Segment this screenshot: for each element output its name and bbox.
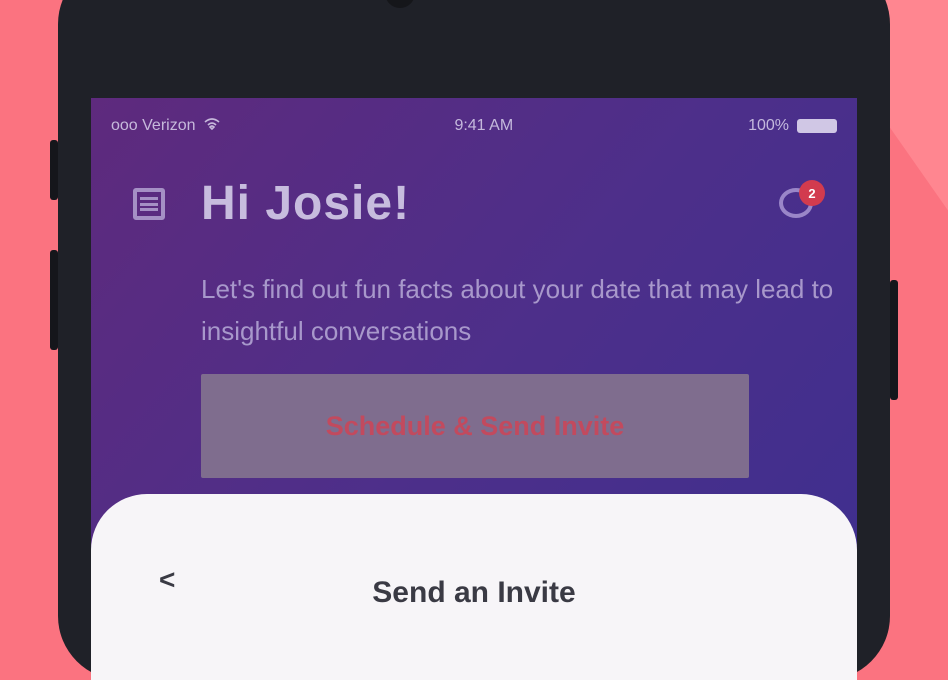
hamburger-menu-icon[interactable] xyxy=(133,188,165,220)
greeting-title: Hi Josie! xyxy=(201,177,411,230)
sheet-title: Send an Invite xyxy=(372,576,576,609)
app-screen: ooo Verizon 9:41 AM 100% Hi Josie! 2 Let… xyxy=(91,98,857,680)
carrier-label: ooo Verizon xyxy=(111,117,196,134)
notification-badge: 2 xyxy=(799,180,825,206)
time-label: 9:41 AM xyxy=(454,117,514,134)
phone-power-button xyxy=(890,280,898,400)
status-bar: ooo Verizon 9:41 AM 100% xyxy=(111,116,837,136)
phone-volume-button xyxy=(50,250,58,350)
phone-side-button xyxy=(50,140,58,200)
invite-bottom-sheet: < Send an Invite xyxy=(91,494,857,680)
status-right: 100% xyxy=(748,117,837,135)
wifi-icon xyxy=(203,117,220,135)
front-camera xyxy=(385,0,415,8)
battery-icon xyxy=(796,119,837,133)
phone-frame: ooo Verizon 9:41 AM 100% Hi Josie! 2 Let… xyxy=(50,0,898,680)
schedule-send-invite-button[interactable]: Schedule & Send Invite xyxy=(201,374,749,478)
status-left: ooo Verizon xyxy=(111,117,220,135)
battery-level-label: 100% xyxy=(748,117,789,134)
chat-button[interactable]: 2 xyxy=(779,180,827,228)
intro-subtitle: Let's find out fun facts about your date… xyxy=(201,274,834,346)
